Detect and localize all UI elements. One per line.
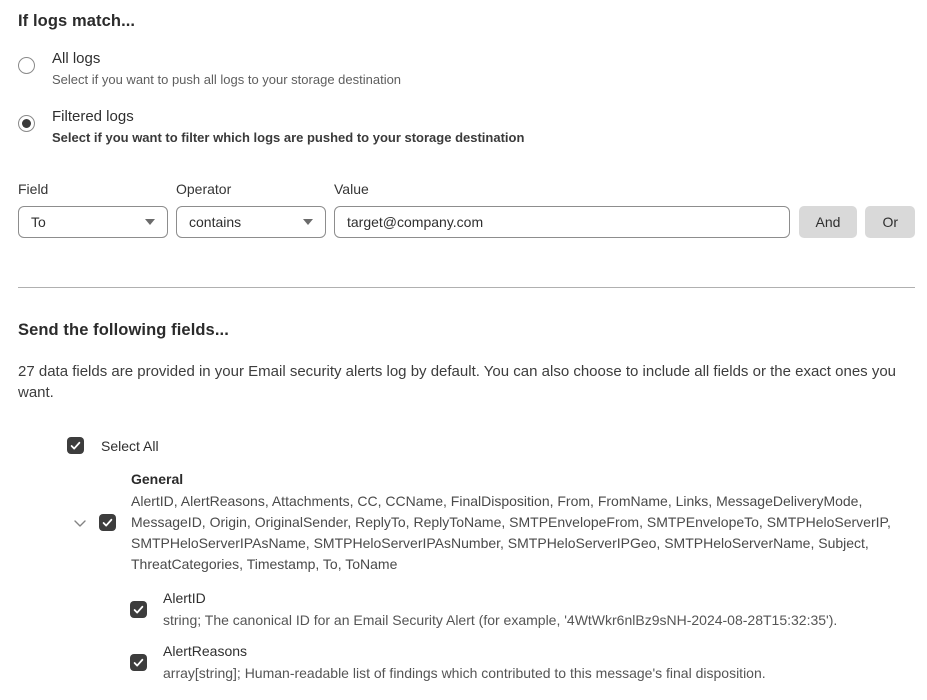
operator-label: Operator (176, 181, 326, 198)
check-icon (132, 603, 145, 616)
logs-match-section: If logs match... All logs Select if you … (18, 12, 915, 146)
field-name: AlertReasons (163, 642, 766, 660)
operator-select-value: contains (189, 214, 241, 230)
value-input[interactable] (334, 206, 790, 238)
fields-section: Send the following fields... 27 data fie… (18, 321, 915, 682)
select-all-label: Select All (101, 438, 159, 454)
radio-option-filtered-logs[interactable]: Filtered logs Select if you want to filt… (18, 108, 915, 146)
value-column: Value (334, 181, 790, 238)
group-name: General (131, 470, 908, 488)
general-group-checkbox[interactable] (99, 514, 116, 531)
field-row-alertid: AlertID string; The canonical ID for an … (130, 589, 915, 629)
field-select-value: To (31, 214, 46, 230)
chevron-down-icon (303, 219, 313, 225)
fields-heading: Send the following fields... (18, 321, 915, 340)
section-divider (18, 287, 915, 288)
check-icon (69, 439, 82, 452)
filtered-logs-radio[interactable] (18, 115, 35, 132)
field-column: Field To (18, 181, 168, 238)
field-label: Field (18, 181, 168, 198)
all-logs-radio[interactable] (18, 57, 35, 74)
select-all-checkbox[interactable] (67, 437, 84, 454)
group-text: General AlertID, AlertReasons, Attachmen… (131, 470, 908, 575)
logpush-config-page: If logs match... All logs Select if you … (18, 12, 915, 682)
group-fields-summary: AlertID, AlertReasons, Attachments, CC, … (131, 491, 908, 575)
field-group-general: General AlertID, AlertReasons, Attachmen… (72, 470, 915, 575)
all-logs-description: Select if you want to push all logs to y… (52, 72, 401, 88)
filtered-logs-description: Select if you want to filter which logs … (52, 130, 524, 146)
filtered-logs-text: Filtered logs Select if you want to filt… (52, 108, 524, 146)
check-icon (132, 656, 145, 669)
value-label: Value (334, 181, 790, 198)
chevron-down-icon (145, 219, 155, 225)
all-logs-label: All logs (52, 50, 401, 68)
all-logs-text: All logs Select if you want to push all … (52, 50, 401, 88)
and-button[interactable]: And (799, 206, 858, 238)
radio-option-all-logs[interactable]: All logs Select if you want to push all … (18, 50, 915, 88)
filtered-logs-label: Filtered logs (52, 108, 524, 126)
operator-select[interactable]: contains (176, 206, 326, 238)
field-text: AlertID string; The canonical ID for an … (163, 589, 837, 629)
select-all-row[interactable]: Select All (67, 437, 915, 454)
field-select[interactable]: To (18, 206, 168, 238)
logs-match-heading: If logs match... (18, 12, 915, 31)
field-description: array[string]; Human-readable list of fi… (163, 664, 766, 682)
group-controls (72, 514, 116, 531)
radio-dot (22, 119, 31, 128)
filter-builder-row: Field To Operator contains Value And Or (18, 181, 915, 238)
chevron-down-icon[interactable] (72, 515, 88, 531)
field-row-alertreasons: AlertReasons array[string]; Human-readab… (130, 642, 915, 682)
or-button[interactable]: Or (865, 206, 915, 238)
operator-column: Operator contains (176, 181, 326, 238)
field-name: AlertID (163, 589, 837, 607)
field-text: AlertReasons array[string]; Human-readab… (163, 642, 766, 682)
check-icon (101, 516, 114, 529)
fields-description: 27 data fields are provided in your Emai… (18, 361, 911, 403)
field-description: string; The canonical ID for an Email Se… (163, 611, 837, 629)
alertreasons-checkbox[interactable] (130, 654, 147, 671)
alertid-checkbox[interactable] (130, 601, 147, 618)
